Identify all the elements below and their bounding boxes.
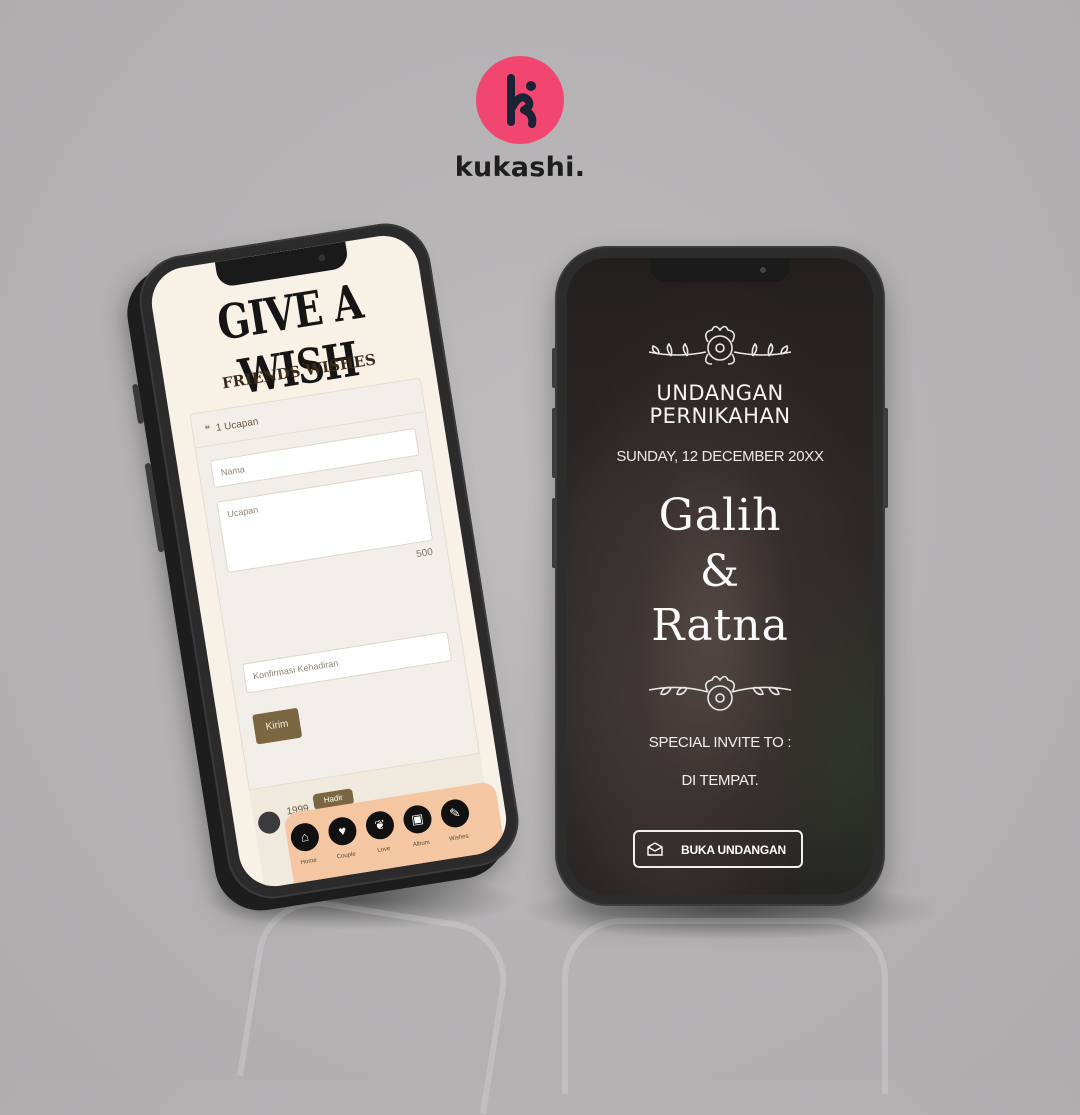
groom-name: Galih (658, 490, 782, 541)
nav-label-couple: Couple (336, 851, 357, 861)
attendance-select-placeholder: Konfirmasi Kehadiran (252, 657, 339, 682)
nav-label-wishes: Wishes (448, 833, 470, 843)
guest-place: DI TEMPAT. (681, 772, 759, 789)
left-phone: GIVE A WISH FRIENDS WISHES ❝ 1 Ucapan Na… (131, 217, 526, 905)
wishes-icon[interactable]: ✎ (439, 797, 472, 830)
invitation-title-line-2: PERNIKAHAN (649, 404, 791, 428)
avatar (256, 809, 282, 836)
special-invite-label: SPECIAL INVITE TO : (648, 734, 792, 751)
right-phone-mute-button (552, 348, 557, 388)
right-phone-volume-up-button (552, 408, 557, 478)
message-textarea[interactable]: Ucapan (216, 469, 434, 574)
open-invitation-button[interactable]: BUKA UNDANGAN (633, 830, 803, 868)
invitation-title: UNDANGAN PERNIKAHAN (567, 382, 873, 428)
brand-logo (476, 56, 564, 144)
attendance-select[interactable]: Konfirmasi Kehadiran (242, 631, 453, 694)
album-icon[interactable]: ▣ (401, 803, 434, 836)
invitation-cover: UNDANGAN PERNIKAHAN SUNDAY, 12 DECEMBER … (567, 258, 873, 894)
right-phone-volume-down-button (552, 498, 557, 568)
brand-name: kukashi. (454, 152, 586, 183)
message-textarea-placeholder: Ucapan (226, 504, 259, 520)
bride-name: Ratna (651, 600, 789, 651)
floral-ornament-top-icon (648, 325, 792, 365)
right-phone-notch (650, 258, 790, 282)
couple-icon[interactable]: ♥ (326, 815, 359, 848)
chat-icon: ❝ (204, 424, 212, 436)
char-counter: 500 (415, 546, 434, 561)
nav-label-album: Album (412, 839, 431, 849)
name-input-placeholder: Nama (220, 464, 246, 478)
wish-form-card: ❝ 1 Ucapan Nama Ucapan 500 Konfirmasi Ke… (189, 377, 481, 792)
left-phone-volume-button (131, 383, 145, 425)
invitation-title-line-1: UNDANGAN (656, 381, 784, 405)
nav-label-home: Home (300, 857, 318, 867)
open-invitation-label: BUKA UNDANGAN (681, 843, 786, 857)
name-ampersand: & (699, 546, 741, 597)
submit-wish-button[interactable]: Kirim (252, 707, 303, 745)
right-phone-reflection (562, 918, 888, 1094)
home-icon[interactable]: ⌂ (288, 821, 321, 854)
left-phone-screen: GIVE A WISH FRIENDS WISHES ❝ 1 Ucapan Na… (146, 230, 512, 892)
right-phone-screen: UNDANGAN PERNIKAHAN SUNDAY, 12 DECEMBER … (567, 258, 873, 894)
right-phone: UNDANGAN PERNIKAHAN SUNDAY, 12 DECEMBER … (552, 248, 888, 904)
nav-label-love: Love (376, 845, 391, 854)
right-phone-power-button (883, 408, 888, 508)
left-phone-volume-button-2 (144, 462, 165, 553)
envelope-icon (647, 842, 663, 856)
love-icon[interactable]: ❦ (363, 809, 396, 842)
logo-k-icon (507, 74, 537, 128)
wedding-date: SUNDAY, 12 DECEMBER 20XX (616, 448, 824, 465)
left-phone-reflection (237, 891, 515, 1115)
floral-ornament-bottom-icon (648, 675, 792, 711)
wish-count-label: 1 Ucapan (215, 416, 260, 434)
